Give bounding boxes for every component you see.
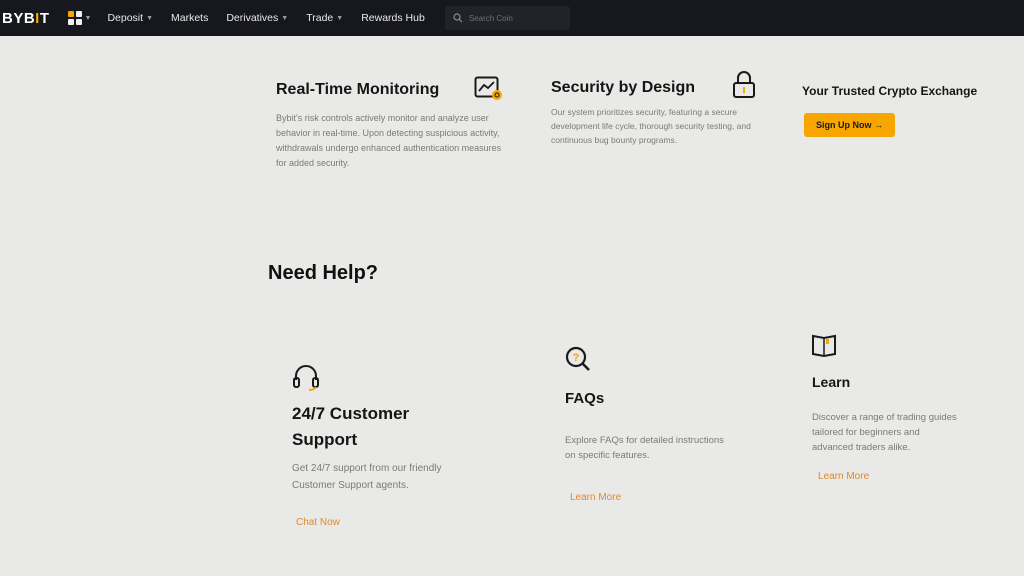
chevron-down-icon: ▼ (146, 14, 153, 22)
apps-grid-icon (67, 11, 82, 25)
book-icon (811, 332, 837, 358)
chat-now-link[interactable]: Chat Now (296, 517, 340, 528)
help-card-description: Discover a range of trading guides tailo… (812, 412, 957, 453)
learn-learn-more-link[interactable]: Learn More (818, 471, 869, 482)
help-card-customer-support: 24/7 Customer Support Get 24/7 support f… (292, 404, 492, 494)
search-box[interactable] (444, 6, 570, 30)
feature-description: Our system prioritizes security, featuri… (551, 107, 751, 145)
need-help-heading: Need Help? (268, 262, 379, 284)
top-navbar: BYBIT ▼ Deposit ▼ Markets Derivatives ▼ … (0, 0, 1024, 36)
sign-up-button[interactable]: Sign Up Now → (804, 113, 895, 137)
nav-item-derivatives[interactable]: Derivatives ▼ (226, 12, 288, 24)
chevron-down-icon: ▼ (84, 14, 92, 22)
nav-item-label: Deposit (107, 12, 144, 24)
nav-item-label: Derivatives (226, 12, 279, 24)
search-icon (453, 13, 463, 23)
nav-item-markets[interactable]: Markets (171, 12, 208, 24)
help-card-description: Get 24/7 support from our friendly Custo… (292, 463, 442, 491)
nav-item-label: Rewards Hub (361, 12, 425, 24)
chevron-down-icon: ▼ (281, 14, 289, 22)
help-card-faqs: FAQs Explore FAQs for detailed instructi… (565, 390, 755, 463)
help-card-title: FAQs (565, 390, 605, 407)
help-card-title: Learn (812, 374, 851, 390)
help-card-title-line1: 24/7 Customer (292, 404, 410, 423)
help-card-title-line2: Support (292, 430, 358, 449)
padlock-icon (732, 71, 756, 99)
apps-menu-button[interactable]: ▼ (67, 11, 92, 25)
feature-description: Bybit's risk controls actively monitor a… (276, 113, 502, 168)
magnifier-question-icon: ? (564, 345, 592, 373)
trusted-exchange-title: Your Trusted Crypto Exchange (802, 84, 978, 98)
nav-item-label: Trade (306, 12, 334, 24)
chart-monitor-icon (474, 76, 504, 102)
headset-icon (292, 364, 322, 392)
help-card-learn: Learn Discover a range of trading guides… (812, 374, 972, 455)
logo-text-end: T (39, 9, 50, 27)
help-card-description: Explore FAQs for detailed instructions o… (565, 435, 724, 461)
nav-item-trade[interactable]: Trade ▼ (306, 12, 343, 24)
feature-title: Security by Design (551, 79, 696, 96)
bybit-logo[interactable]: BYBIT (2, 10, 50, 27)
nav-item-deposit[interactable]: Deposit ▼ (107, 12, 153, 24)
nav-item-rewards-hub[interactable]: Rewards Hub (361, 12, 425, 24)
logo-text-main: BYB (2, 9, 36, 27)
faqs-learn-more-link[interactable]: Learn More (570, 492, 621, 503)
nav-item-label: Markets (171, 12, 209, 24)
feature-security-by-design: Security by Design Our system prioritize… (551, 76, 751, 147)
svg-text:?: ? (573, 352, 580, 364)
search-input[interactable] (468, 13, 559, 23)
chevron-down-icon: ▼ (336, 14, 344, 22)
